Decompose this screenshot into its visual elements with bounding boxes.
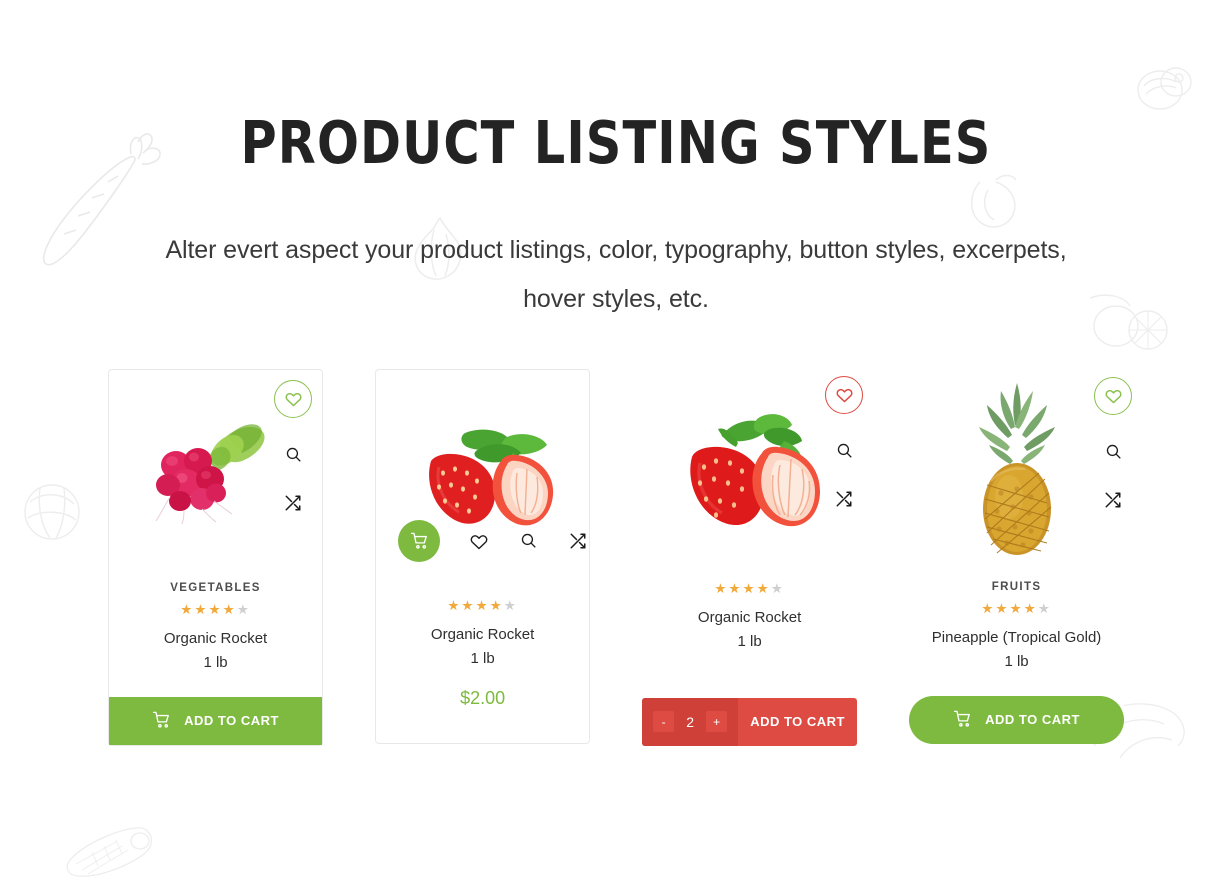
page-subtitle: Alter evert aspect your product listings…	[165, 235, 1067, 314]
star-empty: ★	[503, 597, 518, 613]
wishlist-heart-icon[interactable]	[825, 375, 864, 414]
product-media	[909, 369, 1132, 569]
product-info: ★★★★★ Organic Rocket 1 lb $2.00	[376, 570, 589, 743]
star-filled: ★	[489, 597, 504, 613]
star-filled: ★	[728, 580, 743, 596]
star-filled: ★	[742, 580, 757, 596]
product-media	[109, 370, 322, 570]
add-to-cart-button[interactable]: ADD TO CART	[738, 698, 857, 746]
product-card[interactable]: ★★★★★ Organic Rocket 1 lb $2.00	[375, 368, 591, 744]
product-category: FRUITS	[991, 580, 1042, 593]
product-action-row	[376, 519, 589, 562]
page-header: PRODUCT LISTING STYLES Alter evert aspec…	[0, 0, 1232, 325]
page-title: PRODUCT LISTING STYLES	[240, 108, 992, 177]
star-filled: ★	[1023, 600, 1038, 616]
product-footer: - 2 + ADD TO CART	[642, 697, 858, 746]
product-weight: 1 lb	[1004, 652, 1029, 670]
product-card[interactable]: ★★★★★ Organic Rocket 1 lb - 2 + ADD TO C…	[642, 368, 864, 746]
product-name: Pineapple (Tropical Gold)	[931, 628, 1102, 646]
product-name: Organic Rocket	[163, 629, 268, 647]
radishes-photo	[155, 424, 265, 525]
quantity-and-cart-bar: - 2 + ADD TO CART	[642, 697, 858, 746]
quick-view-search-icon[interactable]	[518, 530, 540, 552]
product-price: $2.00	[460, 687, 506, 708]
star-filled: ★	[222, 601, 237, 617]
cart-icon	[953, 709, 972, 731]
star-filled: ★	[475, 597, 490, 613]
star-filled: ★	[447, 597, 462, 613]
add-to-cart-label: ADD TO CART	[184, 713, 279, 729]
add-to-cart-button[interactable]: ADD TO CART	[109, 696, 323, 745]
quantity-stepper: - 2 +	[642, 697, 739, 746]
compare-shuffle-icon[interactable]	[567, 530, 589, 552]
star-filled: ★	[995, 600, 1010, 616]
compare-shuffle-icon[interactable]	[1102, 489, 1124, 511]
cart-icon	[152, 710, 171, 732]
product-footer: ADD TO CART	[909, 695, 1124, 744]
product-rating: ★★★★★	[115, 602, 316, 618]
product-name: Organic Rocket	[697, 608, 802, 626]
product-weight: 1 lb	[737, 632, 762, 650]
product-action-stack	[1094, 376, 1132, 511]
star-filled: ★	[714, 580, 729, 596]
star-filled: ★	[1009, 600, 1024, 616]
quick-view-search-icon[interactable]	[833, 440, 855, 462]
product-media	[376, 370, 589, 570]
product-action-stack	[825, 375, 864, 510]
add-to-cart-button[interactable]: ADD TO CART	[909, 695, 1124, 744]
quick-view-search-icon[interactable]	[282, 444, 304, 466]
star-filled: ★	[981, 600, 996, 616]
pineapple-photo	[978, 382, 1055, 555]
product-media	[642, 369, 864, 569]
wishlist-heart-icon[interactable]	[1094, 376, 1132, 415]
product-info: VEGETABLES ★★★★★ Organic Rocket 1 lb	[109, 570, 322, 697]
product-weight: 1 lb	[470, 649, 495, 667]
quantity-decrease-button[interactable]: -	[653, 711, 675, 733]
product-rating: ★★★★★	[382, 598, 583, 614]
star-filled: ★	[194, 601, 209, 617]
wishlist-heart-icon[interactable]	[274, 379, 313, 418]
add-to-cart-label: ADD TO CART	[985, 712, 1080, 728]
star-filled: ★	[461, 597, 476, 613]
product-action-stack	[274, 379, 313, 514]
wishlist-heart-icon[interactable]	[468, 530, 490, 552]
star-empty: ★	[236, 601, 251, 617]
product-name: Organic Rocket	[430, 625, 535, 643]
product-weight: 1 lb	[203, 653, 228, 671]
product-card[interactable]: VEGETABLES ★★★★★ Organic Rocket 1 lb ADD…	[108, 368, 324, 746]
quantity-value: 2	[686, 713, 695, 730]
product-category: VEGETABLES	[170, 581, 261, 594]
product-card[interactable]: FRUITS ★★★★★ Pineapple (Tropical Gold) 1…	[909, 368, 1132, 744]
star-filled: ★	[208, 601, 223, 617]
quantity-increase-button[interactable]: +	[706, 711, 728, 733]
product-info: ★★★★★ Organic Rocket 1 lb	[642, 569, 857, 698]
product-rating: ★★★★★	[648, 581, 851, 597]
product-info: FRUITS ★★★★★ Pineapple (Tropical Gold) 1…	[909, 569, 1124, 696]
corn-outline-icon	[62, 826, 157, 880]
star-empty: ★	[1037, 600, 1052, 616]
star-filled: ★	[180, 601, 195, 617]
compare-shuffle-icon[interactable]	[282, 492, 304, 514]
product-grid: VEGETABLES ★★★★★ Organic Rocket 1 lb ADD…	[0, 368, 1232, 746]
star-filled: ★	[756, 580, 771, 596]
star-empty: ★	[770, 580, 785, 596]
add-to-cart-button[interactable]	[398, 519, 441, 562]
quick-view-search-icon[interactable]	[1102, 441, 1124, 463]
strawberry-pair-photo	[689, 414, 820, 527]
product-rating: ★★★★★	[915, 601, 1118, 617]
compare-shuffle-icon[interactable]	[833, 488, 855, 510]
product-footer: ADD TO CART	[109, 696, 323, 745]
